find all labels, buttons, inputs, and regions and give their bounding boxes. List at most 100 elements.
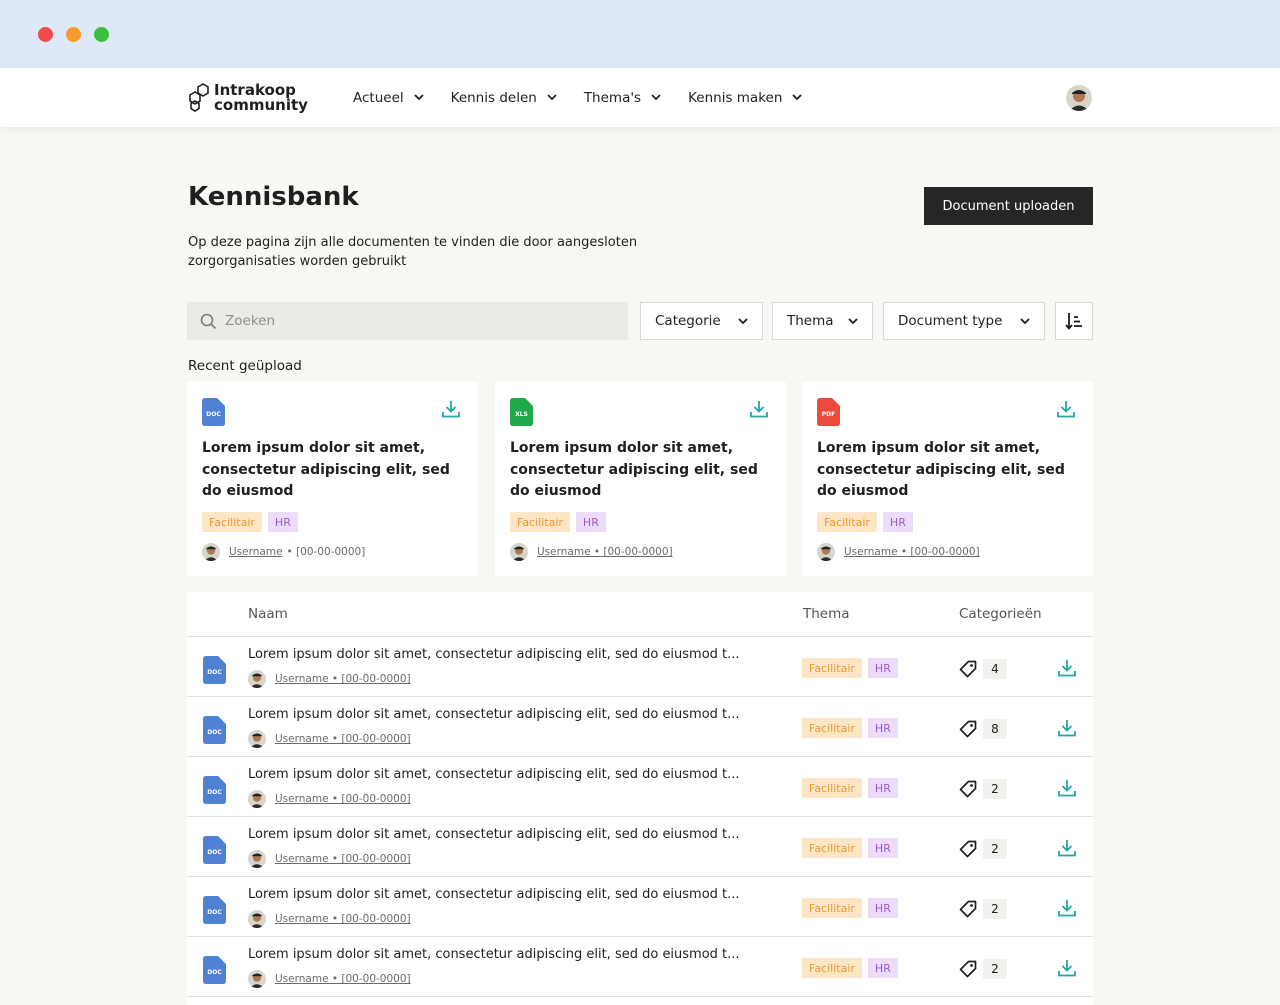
- username-link[interactable]: Username • [00-00-0000]: [275, 973, 411, 985]
- download-icon[interactable]: [1057, 838, 1077, 858]
- window-close-dot[interactable]: [38, 27, 53, 42]
- recent-document-card[interactable]: XLS Lorem ipsum dolor sit amet, consecte…: [495, 382, 786, 576]
- row-tags: Facilitair HR: [802, 958, 904, 978]
- username-link[interactable]: Username • [00-00-0000]: [275, 793, 411, 805]
- author-avatar: [248, 730, 266, 748]
- category-count: 2: [959, 959, 1007, 979]
- tag-icon: [959, 780, 977, 798]
- card-title: Lorem ipsum dolor sit amet, consectetur …: [817, 440, 1065, 499]
- user-avatar[interactable]: [1066, 85, 1092, 111]
- tag-facilitair: Facilitair: [802, 898, 862, 918]
- tag-icon: [959, 960, 977, 978]
- username-link[interactable]: Username • [00-00-0000]: [275, 853, 411, 865]
- recent-document-card[interactable]: PDF Lorem ipsum dolor sit amet, consecte…: [802, 382, 1093, 576]
- author-avatar: [817, 543, 835, 561]
- download-icon[interactable]: [1057, 778, 1077, 798]
- username-link[interactable]: Username • [00-00-0000]: [275, 733, 411, 745]
- author-avatar: [510, 543, 528, 561]
- row-title[interactable]: Lorem ipsum dolor sit amet, consectetur …: [248, 887, 768, 902]
- table-row[interactable]: DOC Lorem ipsum dolor sit amet, consecte…: [187, 757, 1093, 817]
- download-icon[interactable]: [1057, 898, 1077, 918]
- author-avatar: [248, 910, 266, 928]
- thema-dropdown[interactable]: Thema: [772, 302, 873, 340]
- nav-item-kennis-maken[interactable]: Kennis maken: [688, 90, 803, 106]
- logo[interactable]: Intrakoop community: [188, 81, 308, 114]
- chevron-down-icon: [651, 94, 661, 101]
- sort-button[interactable]: [1055, 302, 1093, 340]
- search-input[interactable]: [225, 313, 605, 329]
- download-icon[interactable]: [749, 399, 769, 419]
- nav-item-themas[interactable]: Thema's: [584, 90, 661, 106]
- document-upload-button[interactable]: Document uploaden: [924, 187, 1093, 225]
- row-tags: Facilitair HR: [802, 838, 904, 858]
- xls-file-icon: XLS: [510, 398, 533, 426]
- file-type-label: DOC: [207, 669, 222, 676]
- column-header-naam[interactable]: Naam: [248, 606, 288, 622]
- table-row[interactable]: DOC Lorem ipsum dolor sit amet, consecte…: [187, 817, 1093, 877]
- tag-facilitair: Facilitair: [510, 512, 570, 532]
- page-description: Op deze pagina zijn alle documenten te v…: [188, 235, 638, 269]
- download-icon[interactable]: [1057, 718, 1077, 738]
- username-link[interactable]: Username: [229, 546, 283, 558]
- doc-file-icon: DOC: [203, 656, 226, 684]
- table-header: Naam Thema Categorieën: [187, 592, 1093, 637]
- category-count-value: 2: [983, 839, 1007, 859]
- username-link[interactable]: Username • [00-00-0000]: [275, 913, 411, 925]
- window-maximize-dot[interactable]: [94, 27, 109, 42]
- pdf-file-icon: PDF: [817, 398, 840, 426]
- card-tags: Facilitair HR: [817, 512, 919, 532]
- category-count-value: 2: [983, 899, 1007, 919]
- card-meta: Username • [00-00-0000]: [510, 543, 673, 561]
- search-icon: [200, 313, 217, 329]
- category-count-value: 2: [983, 779, 1007, 799]
- nav-item-actueel[interactable]: Actueel: [353, 90, 424, 106]
- table-row[interactable]: DOC Lorem ipsum dolor sit amet, consecte…: [187, 637, 1093, 697]
- row-title[interactable]: Lorem ipsum dolor sit amet, consectetur …: [248, 767, 768, 782]
- row-tags: Facilitair HR: [802, 778, 904, 798]
- chevron-down-icon: [792, 94, 803, 101]
- table-row[interactable]: DOC Lorem ipsum dolor sit amet, consecte…: [187, 937, 1093, 997]
- download-icon[interactable]: [1056, 399, 1076, 419]
- upload-date: • [00-00-0000]: [286, 546, 366, 558]
- avatar-image: [248, 670, 266, 688]
- column-header-categorieen[interactable]: Categorieën: [959, 606, 1042, 622]
- window-minimize-dot[interactable]: [66, 27, 81, 42]
- doc-file-icon: DOC: [203, 716, 226, 744]
- hexagon-logo-icon: [189, 82, 209, 112]
- recent-document-card[interactable]: DOC Lorem ipsum dolor sit amet, consecte…: [187, 382, 478, 576]
- browser-chrome: [0, 0, 1280, 68]
- nav-item-kennis-delen[interactable]: Kennis delen: [451, 90, 557, 106]
- doc-file-icon: DOC: [202, 398, 225, 426]
- tag-facilitair: Facilitair: [817, 512, 877, 532]
- tag-hr: HR: [267, 512, 298, 532]
- row-tags: Facilitair HR: [802, 658, 904, 678]
- username-link[interactable]: Username • [00-00-0000]: [275, 673, 411, 685]
- row-title[interactable]: Lorem ipsum dolor sit amet, consectetur …: [248, 827, 768, 842]
- document-type-dropdown[interactable]: Document type: [883, 302, 1045, 340]
- recent-uploaded-label: Recent geüpload: [188, 358, 302, 374]
- row-title[interactable]: Lorem ipsum dolor sit amet, consectetur …: [248, 947, 768, 962]
- download-icon[interactable]: [1057, 958, 1077, 978]
- download-icon[interactable]: [1057, 658, 1077, 678]
- row-meta: Username • [00-00-0000]: [248, 850, 411, 868]
- tag-facilitair: Facilitair: [802, 778, 862, 798]
- doc-file-icon: DOC: [203, 776, 226, 804]
- download-icon[interactable]: [441, 399, 461, 419]
- tag-hr: HR: [575, 512, 606, 532]
- row-meta: Username • [00-00-0000]: [248, 970, 411, 988]
- table-row[interactable]: DOC Lorem ipsum dolor sit amet, consecte…: [187, 697, 1093, 757]
- username-link[interactable]: Username • [00-00-0000]: [537, 546, 673, 558]
- row-meta: Username • [00-00-0000]: [248, 790, 411, 808]
- categorie-dropdown[interactable]: Categorie: [640, 302, 763, 340]
- row-meta: Username • [00-00-0000]: [248, 670, 411, 688]
- column-header-thema[interactable]: Thema: [803, 606, 850, 622]
- avatar-image: [248, 730, 266, 748]
- avatar-image: [817, 543, 835, 561]
- table-row[interactable]: DOC Lorem ipsum dolor sit amet, consecte…: [187, 877, 1093, 937]
- username-link[interactable]: Username • [00-00-0000]: [844, 546, 980, 558]
- row-title[interactable]: Lorem ipsum dolor sit amet, consectetur …: [248, 707, 768, 722]
- row-title[interactable]: Lorem ipsum dolor sit amet, consectetur …: [248, 647, 768, 662]
- doc-file-icon: DOC: [203, 836, 226, 864]
- row-meta: Username • [00-00-0000]: [248, 730, 411, 748]
- avatar-image: [202, 543, 220, 561]
